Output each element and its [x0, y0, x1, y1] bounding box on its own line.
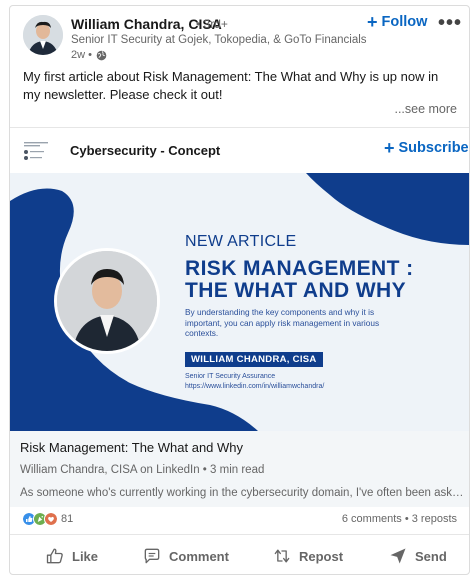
- article-title: Risk Management: The What and Why: [20, 440, 244, 455]
- like-label: Like: [72, 548, 99, 564]
- feed-post-card: William Chandra, CISA • 3rd+ Senior IT S…: [9, 5, 470, 575]
- article-cover-image[interactable]: NEW ARTICLE RISK MANAGEMENT : THE WHAT A…: [10, 173, 469, 431]
- post-timestamp: 2w •: [71, 49, 92, 61]
- banner-url: https://www.linkedin.com/in/williamwchan…: [185, 383, 325, 390]
- divider: [10, 534, 469, 535]
- subscribe-label: Subscribe: [398, 140, 469, 156]
- banner-title: RISK MANAGEMENT : THE WHAT AND WHY: [185, 258, 413, 302]
- follow-label: Follow: [381, 14, 428, 30]
- love-icon: [44, 512, 58, 526]
- comments-reposts-count[interactable]: 6 comments • 3 reposts: [342, 513, 457, 525]
- repost-label: Repost: [299, 548, 344, 564]
- thumbs-up-icon: [46, 548, 63, 564]
- banner-title-line-1: RISK MANAGEMENT :: [185, 257, 414, 280]
- banner-role: Senior IT Security Assurance: [185, 373, 276, 380]
- author-headline: Senior IT Security at Gojek, Tokopedia, …: [71, 34, 367, 46]
- newsletter-row: Cybersecurity - Concept + Subscribe: [10, 127, 469, 173]
- comment-button[interactable]: Comment: [142, 537, 229, 574]
- action-bar: Like Comment Repost Send: [10, 537, 469, 574]
- send-label: Send: [415, 548, 447, 564]
- reaction-count: 81: [61, 513, 74, 525]
- reactions-summary[interactable]: 81: [22, 512, 73, 526]
- author-portrait: [54, 248, 160, 354]
- subscribe-button[interactable]: + Subscribe: [384, 138, 469, 158]
- repost-icon: [274, 549, 290, 563]
- article-meta: William Chandra, CISA on LinkedIn • 3 mi…: [20, 464, 265, 476]
- connection-degree: • 3rd+: [196, 17, 228, 31]
- author-avatar[interactable]: [23, 15, 63, 55]
- post-text: My first article about Risk Management: …: [23, 69, 439, 102]
- article-excerpt: As someone who's currently working in th…: [20, 487, 465, 499]
- repost-button[interactable]: Repost: [272, 537, 344, 574]
- see-more-link[interactable]: ...see more: [394, 102, 457, 116]
- comment-icon: [144, 548, 160, 564]
- comment-label: Comment: [169, 548, 229, 564]
- globe-icon: [96, 50, 107, 60]
- banner-title-line-2: THE WHAT AND WHY: [185, 279, 407, 302]
- article-link[interactable]: Risk Management: The What and Why Willia…: [10, 431, 469, 507]
- banner-name-tag: WILLIAM CHANDRA, CISA: [185, 352, 323, 367]
- more-options-icon[interactable]: •••: [438, 12, 462, 35]
- follow-button[interactable]: + Follow: [367, 12, 428, 32]
- like-button[interactable]: Like: [45, 537, 99, 574]
- send-icon: [390, 548, 406, 564]
- newsletter-title[interactable]: Cybersecurity - Concept: [70, 143, 220, 158]
- plus-icon: +: [384, 138, 395, 158]
- newsletter-thumbnail[interactable]: [23, 139, 49, 163]
- banner-label: NEW ARTICLE: [185, 233, 297, 250]
- banner-description: By understanding the key components and …: [185, 307, 380, 338]
- post-meta: 2w •: [71, 49, 107, 61]
- plus-icon: +: [367, 12, 378, 32]
- send-button[interactable]: Send: [388, 537, 447, 574]
